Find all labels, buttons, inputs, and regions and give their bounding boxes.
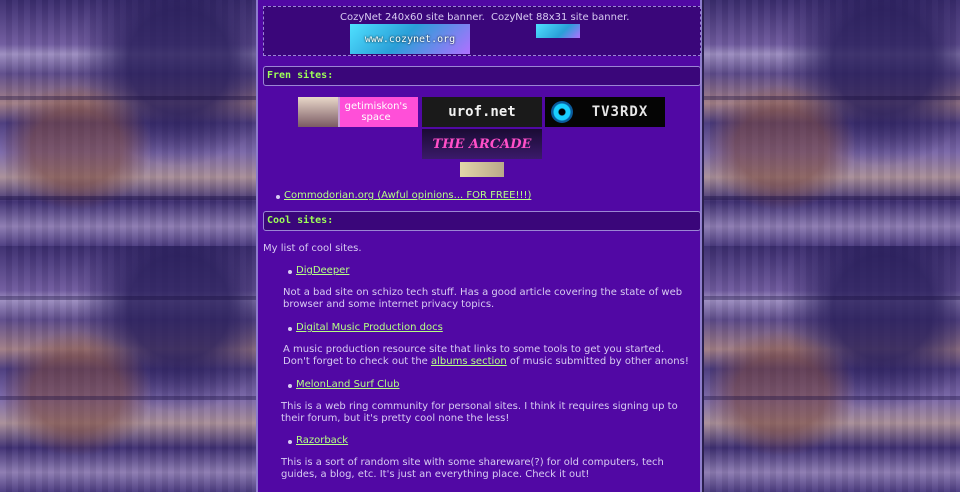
list-item: Razorback <box>287 435 348 446</box>
tv3rdx-banner-text: TV3RDX <box>591 104 649 120</box>
arcade-banner-text: THE ARCADE <box>432 136 532 152</box>
commodorian-link[interactable]: Commodorian.org (Awful opinions... FOR F… <box>284 190 531 201</box>
razorback-description: This is a sort of random site with some … <box>281 457 664 480</box>
cozynet-small-banner[interactable] <box>536 24 580 38</box>
urof-banner[interactable]: urof.net <box>422 97 542 127</box>
list-item: DigDeeper <box>287 265 349 276</box>
wallpaper-right <box>704 0 960 492</box>
cozynet-banner-box: CozyNet 240x60 site banner. CozyNet 88x3… <box>263 6 701 56</box>
cozynet-big-banner-text: www.cozynet.org <box>364 33 456 45</box>
cool-sites-heading: Cool sites: <box>263 211 701 231</box>
list-item: Digital Music Production docs <box>288 322 443 333</box>
music-docs-desc-after: of music submitted by other anons! <box>506 356 689 367</box>
list-item: MelonLand Surf Club <box>288 379 400 390</box>
list-item: Commodorian.org (Awful opinions... FOR F… <box>275 190 531 201</box>
getimiskon-banner-image <box>298 97 338 127</box>
main-content: CozyNet 240x60 site banner. CozyNet 88x3… <box>256 0 702 492</box>
cozynet-big-banner[interactable]: www.cozynet.org <box>350 24 470 54</box>
digdeeper-description: Not a bad site on schizo tech stuff. Has… <box>283 287 683 310</box>
arcade-banner[interactable]: THE ARCADE <box>422 129 542 159</box>
urof-banner-text: urof.net <box>448 104 516 120</box>
getimiskon-banner[interactable]: getimiskon's space <box>298 97 418 127</box>
albums-section-link[interactable]: albums section <box>431 356 507 367</box>
eye-icon <box>551 101 573 123</box>
music-docs-link[interactable]: Digital Music Production docs <box>296 322 443 333</box>
getimiskon-banner-text: getimiskon's space <box>344 101 408 123</box>
tv3rdx-banner[interactable]: TV3RDX <box>545 97 665 127</box>
melonland-description: This is a web ring community for persona… <box>281 401 678 424</box>
small-fren-banner[interactable] <box>460 162 504 177</box>
melonland-link[interactable]: MelonLand Surf Club <box>296 379 400 390</box>
razorback-link[interactable]: Razorback <box>296 435 348 446</box>
cool-sites-intro: My list of cool sites. <box>263 243 362 254</box>
big-banner-caption: CozyNet 240x60 site banner. <box>340 12 485 23</box>
small-banner-caption: CozyNet 88x31 site banner. <box>491 12 630 23</box>
wallpaper-left <box>0 0 256 492</box>
music-docs-description: A music production resource site that li… <box>283 344 693 368</box>
digdeeper-link[interactable]: DigDeeper <box>296 265 349 276</box>
fren-sites-heading: Fren sites: <box>263 66 701 86</box>
